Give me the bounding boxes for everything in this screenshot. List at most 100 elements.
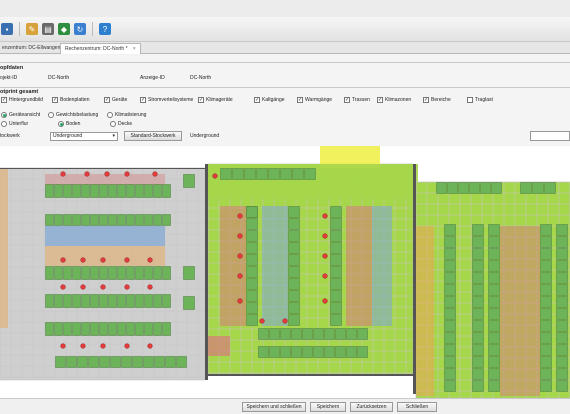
rack[interactable] bbox=[330, 266, 342, 278]
rack[interactable] bbox=[330, 230, 342, 242]
rack[interactable] bbox=[63, 294, 72, 308]
power-distribution-unit[interactable] bbox=[124, 171, 130, 177]
rack[interactable] bbox=[144, 322, 153, 336]
power-distribution-unit[interactable] bbox=[84, 171, 90, 177]
rack[interactable] bbox=[135, 322, 144, 336]
rack[interactable] bbox=[330, 290, 342, 302]
power-distribution-unit[interactable] bbox=[124, 284, 130, 290]
rack[interactable] bbox=[246, 206, 258, 218]
power-distribution-unit[interactable] bbox=[237, 253, 243, 259]
rack[interactable] bbox=[472, 260, 484, 272]
rack[interactable] bbox=[472, 344, 484, 356]
rack[interactable] bbox=[162, 266, 171, 280]
rack[interactable] bbox=[444, 260, 456, 272]
rack[interactable] bbox=[291, 328, 302, 340]
reset-button[interactable]: Zurücksetzen bbox=[350, 402, 393, 412]
power-distribution-unit[interactable] bbox=[322, 233, 328, 239]
rack[interactable] bbox=[488, 344, 500, 356]
checkbox-klimageraete[interactable]: ✓ Klimageräte bbox=[198, 97, 233, 103]
rack[interactable] bbox=[444, 272, 456, 284]
radio-klimatisierung[interactable]: Klimatisierung bbox=[107, 112, 146, 118]
rack[interactable] bbox=[153, 322, 162, 336]
rack[interactable] bbox=[335, 346, 346, 358]
rack[interactable] bbox=[556, 296, 568, 308]
rack[interactable] bbox=[556, 332, 568, 344]
rack[interactable] bbox=[99, 322, 108, 336]
rack[interactable] bbox=[88, 356, 99, 368]
rack[interactable] bbox=[330, 302, 342, 314]
rack[interactable] bbox=[444, 224, 456, 236]
power-distribution-unit[interactable] bbox=[100, 257, 106, 263]
rack[interactable] bbox=[313, 328, 324, 340]
rack[interactable] bbox=[472, 332, 484, 344]
rack[interactable] bbox=[81, 266, 90, 280]
radio-button[interactable] bbox=[110, 121, 116, 127]
rack[interactable] bbox=[81, 294, 90, 308]
power-distribution-unit[interactable] bbox=[60, 257, 66, 263]
rack[interactable] bbox=[55, 356, 66, 368]
rack[interactable] bbox=[66, 356, 77, 368]
rack[interactable] bbox=[165, 356, 176, 368]
rack[interactable] bbox=[292, 168, 304, 180]
rack[interactable] bbox=[532, 182, 544, 194]
rack[interactable] bbox=[324, 328, 335, 340]
rack[interactable] bbox=[232, 168, 244, 180]
power-distribution-unit[interactable] bbox=[80, 343, 86, 349]
rack[interactable] bbox=[246, 218, 258, 230]
rack[interactable] bbox=[72, 322, 81, 336]
rack[interactable] bbox=[126, 294, 135, 308]
save-and-close-button[interactable]: Speichern und schließen bbox=[242, 402, 306, 412]
checkbox-geraete[interactable]: ✓ Geräte bbox=[104, 97, 127, 103]
rack[interactable] bbox=[176, 356, 187, 368]
rack[interactable] bbox=[117, 184, 126, 198]
rack[interactable] bbox=[54, 184, 63, 198]
rack[interactable] bbox=[63, 322, 72, 336]
rack[interactable] bbox=[63, 184, 72, 198]
rack[interactable] bbox=[288, 290, 300, 302]
rack[interactable] bbox=[444, 284, 456, 296]
rack[interactable] bbox=[108, 322, 117, 336]
power-distribution-unit[interactable] bbox=[124, 343, 130, 349]
refresh-icon[interactable]: ↻ bbox=[74, 23, 86, 35]
rack[interactable] bbox=[258, 346, 269, 358]
rack[interactable] bbox=[556, 308, 568, 320]
checkbox-box[interactable]: ✓ bbox=[1, 97, 7, 103]
rack[interactable] bbox=[488, 320, 500, 332]
rack[interactable] bbox=[246, 278, 258, 290]
rack[interactable] bbox=[488, 260, 500, 272]
standard-stockwerk-button[interactable]: Standard-Stockwerk bbox=[124, 131, 182, 141]
rack[interactable] bbox=[330, 206, 342, 218]
rack[interactable] bbox=[313, 346, 324, 358]
rack[interactable] bbox=[90, 294, 99, 308]
rack[interactable] bbox=[556, 320, 568, 332]
rack[interactable] bbox=[54, 322, 63, 336]
rack[interactable] bbox=[144, 184, 153, 198]
rack[interactable] bbox=[444, 332, 456, 344]
rack[interactable] bbox=[246, 290, 258, 302]
rack[interactable] bbox=[544, 182, 556, 194]
rack[interactable] bbox=[540, 308, 552, 320]
rack[interactable] bbox=[472, 236, 484, 248]
rack[interactable] bbox=[472, 356, 484, 368]
rack[interactable] bbox=[488, 284, 500, 296]
rack[interactable] bbox=[246, 230, 258, 242]
rack[interactable] bbox=[288, 266, 300, 278]
rack[interactable] bbox=[444, 308, 456, 320]
rack[interactable] bbox=[268, 168, 280, 180]
rack[interactable] bbox=[246, 254, 258, 266]
rack[interactable] bbox=[447, 182, 458, 194]
rack[interactable] bbox=[444, 296, 456, 308]
rack[interactable] bbox=[556, 224, 568, 236]
tab-dc-ellwangen[interactable]: enzentrum: DC-Ellwangen × bbox=[0, 43, 69, 54]
floor-plan-canvas[interactable] bbox=[0, 146, 570, 398]
search-input[interactable] bbox=[530, 131, 570, 141]
rack[interactable] bbox=[126, 266, 135, 280]
rack[interactable] bbox=[108, 184, 117, 198]
tab-dc-north[interactable]: Rechenzentrum: DC-North * × bbox=[60, 43, 141, 54]
checkbox-box[interactable]: ✓ bbox=[423, 97, 429, 103]
stockwerk-select[interactable]: Underground ▾ bbox=[50, 132, 118, 141]
rack[interactable] bbox=[288, 242, 300, 254]
radio-unterflur[interactable]: Unterflur bbox=[1, 121, 28, 127]
rack[interactable] bbox=[540, 356, 552, 368]
rack[interactable] bbox=[45, 266, 54, 280]
